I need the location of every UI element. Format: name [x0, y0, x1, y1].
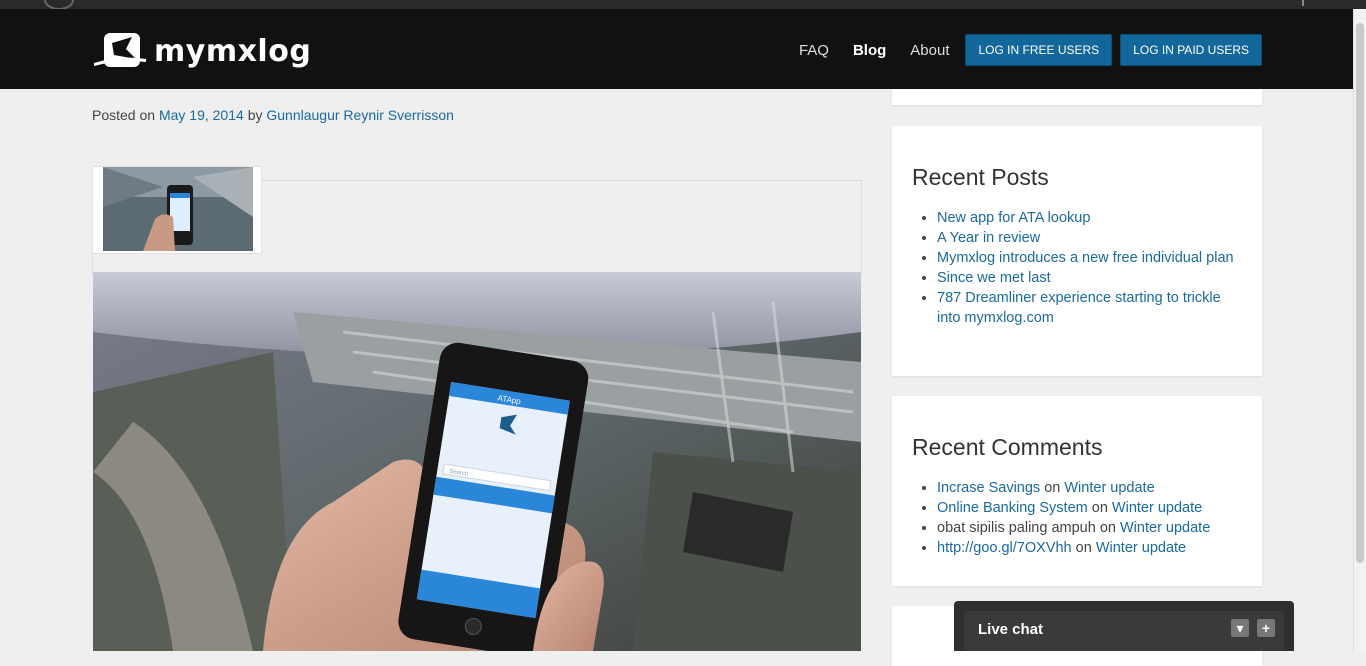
list-item: 787 Dreamliner experience starting to tr…: [937, 288, 1242, 328]
comment-author-link[interactable]: http://goo.gl/7OXVhh: [937, 540, 1072, 556]
browser-top-strip: [0, 0, 1366, 10]
on-label: on: [1099, 520, 1116, 536]
list-item: Since we met last: [937, 268, 1242, 288]
recent-post-link[interactable]: Since we met last: [937, 270, 1051, 286]
list-item: obat sipilis paling ampuh on Winter upda…: [937, 518, 1242, 538]
live-chat-widget[interactable]: Live chat ▾ +: [954, 601, 1294, 651]
login-free-users-button[interactable]: LOG IN FREE USERS: [965, 34, 1113, 66]
main-nav: FAQ Blog About LOG IN FREE USERS LOG IN …: [799, 34, 1262, 66]
recent-post-link[interactable]: New app for ATA lookup: [937, 210, 1090, 226]
list-item: Online Banking System on Winter update: [937, 498, 1242, 518]
post-meta: Posted on May 19, 2014 by Gunnlaugur Rey…: [92, 107, 454, 123]
login-paid-users-button[interactable]: LOG IN PAID USERS: [1120, 34, 1262, 66]
recent-posts-widget: Recent Posts New app for ATA lookup A Ye…: [892, 126, 1262, 376]
on-label: on: [1091, 500, 1108, 516]
recent-comments-title: Recent Comments: [912, 434, 1103, 460]
brand-name: mymxlog: [154, 33, 312, 69]
recent-posts-list: New app for ATA lookup A Year in review …: [912, 208, 1242, 328]
list-item: Mymxlog introduces a new free individual…: [937, 248, 1242, 268]
live-chat-title: Live chat: [978, 621, 1044, 638]
comment-author-link[interactable]: Online Banking System: [937, 500, 1088, 516]
post-main-image: ATApp Search: [93, 272, 861, 651]
nav-about[interactable]: About: [910, 42, 949, 59]
comment-author-link[interactable]: Incrase Savings: [937, 480, 1040, 496]
page-scrollbar[interactable]: [1353, 9, 1366, 651]
live-chat-bar[interactable]: Live chat ▾ +: [964, 611, 1284, 651]
scrollbar-thumb[interactable]: [1356, 23, 1364, 563]
list-item: New app for ATA lookup: [937, 208, 1242, 228]
plane-logo-icon: [94, 33, 146, 67]
post-date-link[interactable]: May 19, 2014: [159, 107, 244, 123]
window-divider: [1302, 0, 1304, 6]
on-label: on: [1044, 480, 1061, 496]
list-item: A Year in review: [937, 228, 1242, 248]
recent-posts-title: Recent Posts: [912, 164, 1049, 190]
minimize-icon[interactable]: ▾: [1231, 619, 1249, 637]
comment-post-link[interactable]: Winter update: [1112, 500, 1202, 516]
post-author-link[interactable]: Gunnlaugur Reynir Sverrisson: [266, 107, 454, 123]
comment-post-link[interactable]: Winter update: [1064, 480, 1154, 496]
list-item: Incrase Savings on Winter update: [937, 478, 1242, 498]
recent-comments-widget: Recent Comments Incrase Savings on Winte…: [892, 396, 1262, 586]
list-item: http://goo.gl/7OXVhh on Winter update: [937, 538, 1242, 558]
posted-on-label: Posted on: [92, 107, 156, 123]
brand-logo[interactable]: mymxlog: [92, 29, 311, 73]
thumbnail-image: [103, 167, 253, 251]
post-title-cutoff: [92, 70, 612, 90]
on-label: on: [1075, 540, 1092, 556]
recent-post-link[interactable]: A Year in review: [937, 230, 1040, 246]
recent-post-link[interactable]: 787 Dreamliner experience starting to tr…: [937, 290, 1221, 326]
comment-author: obat sipilis paling ampuh: [937, 520, 1096, 536]
gallery-thumbnail[interactable]: [92, 166, 262, 254]
recent-post-link[interactable]: Mymxlog introduces a new free individual…: [937, 250, 1234, 266]
comment-post-link[interactable]: Winter update: [1120, 520, 1210, 536]
comment-post-link[interactable]: Winter update: [1096, 540, 1186, 556]
post-title-fragment: [92, 70, 612, 90]
nav-faq[interactable]: FAQ: [799, 42, 829, 59]
recent-comments-list: Incrase Savings on Winter update Online …: [912, 478, 1242, 558]
sidebar-widget-top: [892, 89, 1262, 105]
nav-blog[interactable]: Blog: [853, 42, 886, 59]
by-label: by: [247, 107, 263, 123]
expand-plus-icon[interactable]: +: [1257, 619, 1275, 637]
